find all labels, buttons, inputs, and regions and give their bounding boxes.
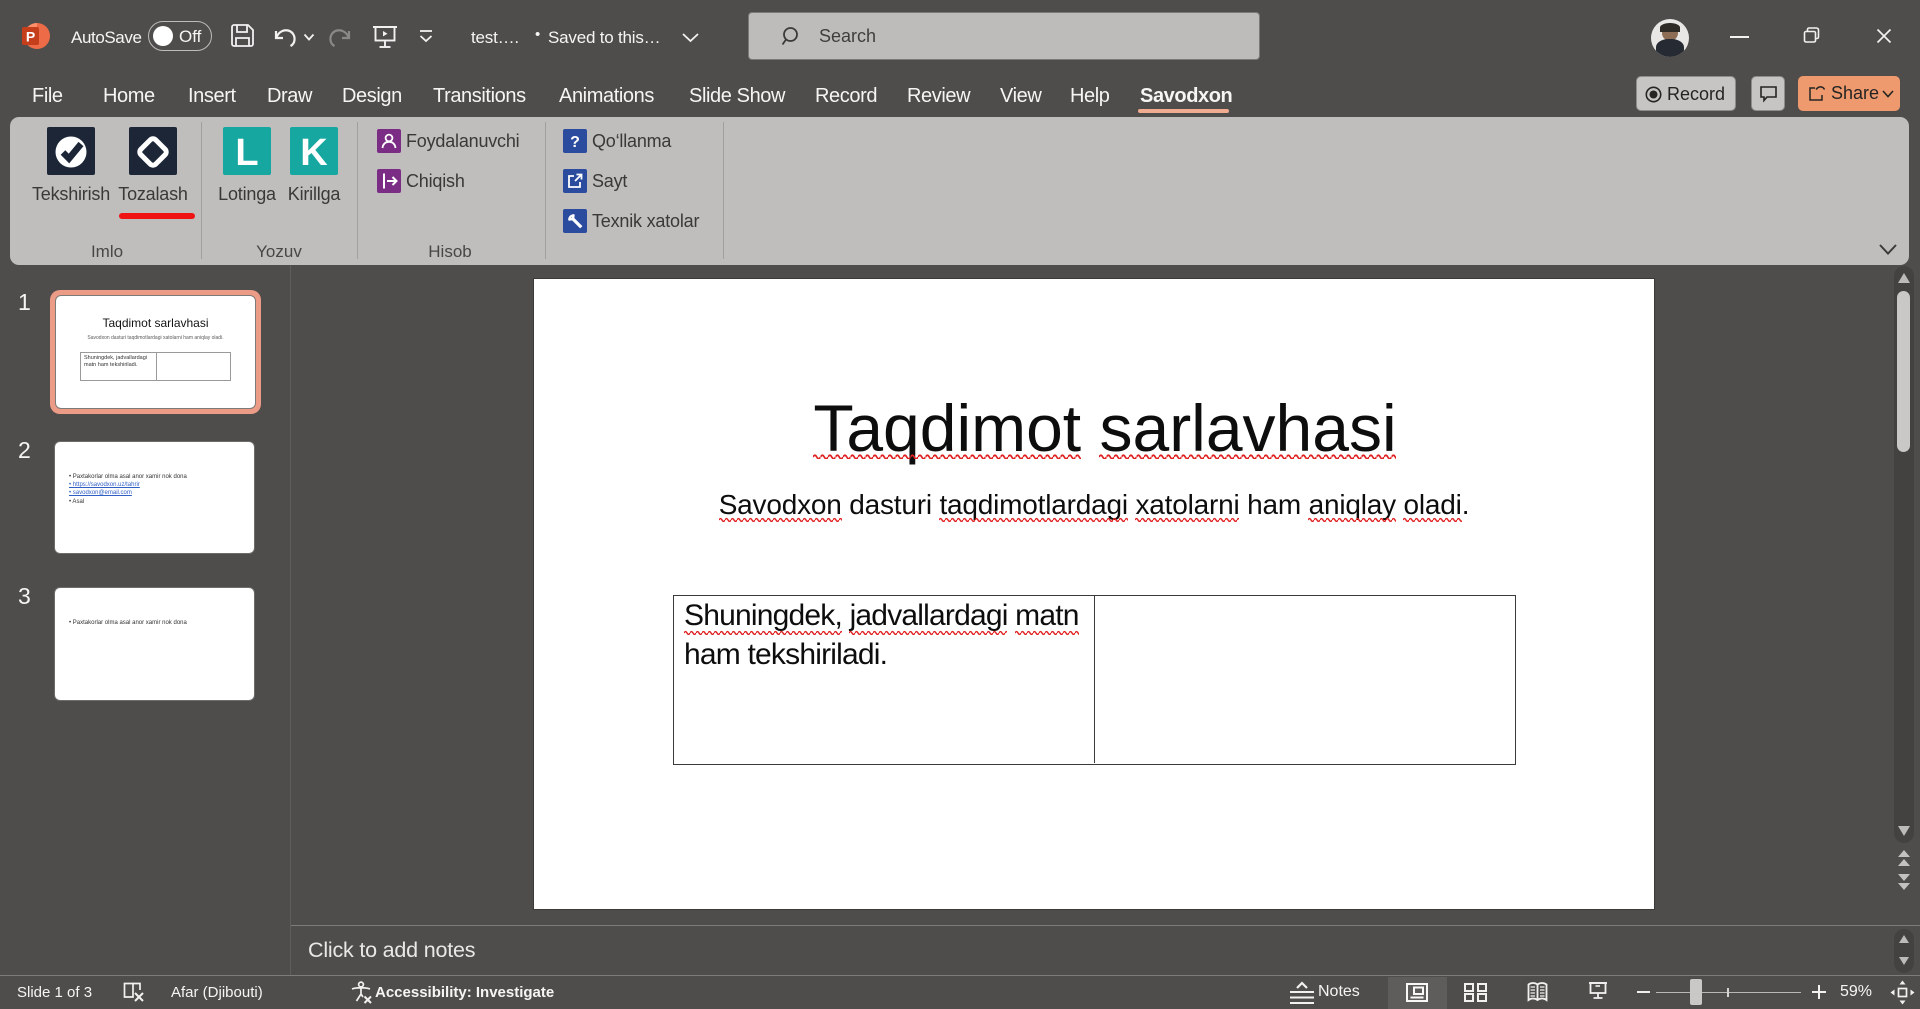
- svg-text:K: K: [300, 132, 328, 174]
- svg-text:P: P: [26, 29, 35, 45]
- svg-text:?: ?: [570, 134, 580, 151]
- svg-text:L: L: [235, 132, 258, 174]
